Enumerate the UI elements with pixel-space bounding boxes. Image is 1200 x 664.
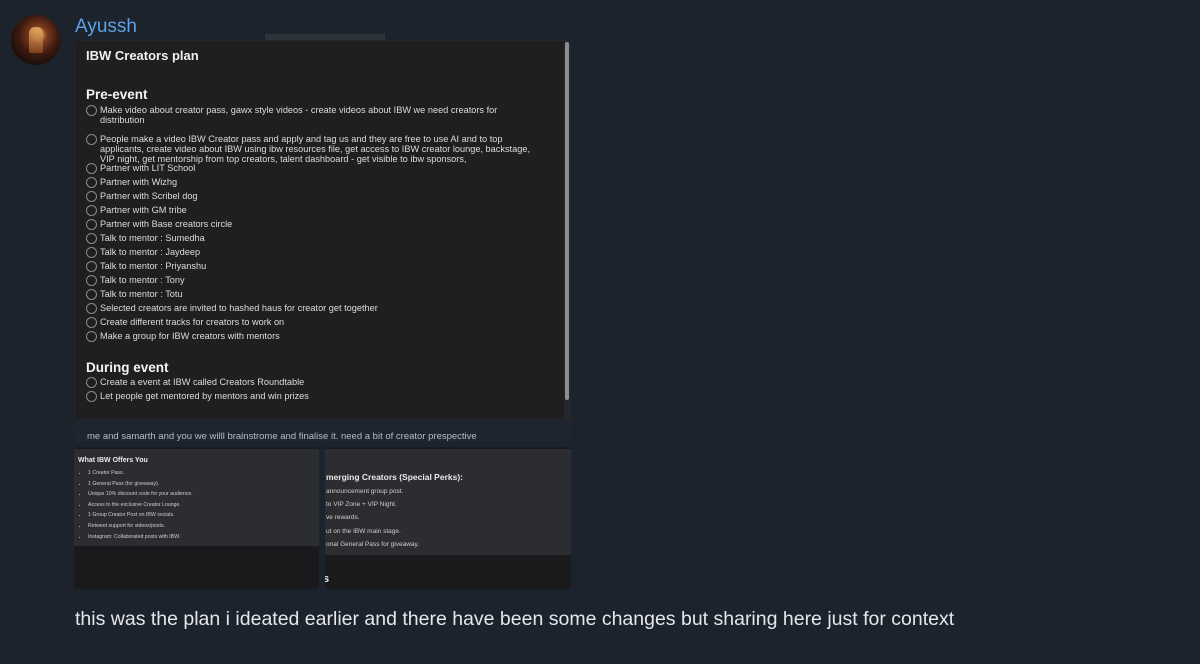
- checklist-item[interactable]: Make video about creator pass, gawx styl…: [86, 105, 540, 125]
- offer-bullet: 1 Creator Pass.: [88, 468, 193, 479]
- checkbox-circle-icon[interactable]: [86, 134, 97, 145]
- checklist-item[interactable]: Talk to mentor : Totu: [86, 289, 540, 300]
- checklist-item-text: Talk to mentor : Jaydeep: [100, 247, 201, 257]
- note-title: IBW Creators plan: [86, 48, 199, 63]
- checklist-item[interactable]: Talk to mentor : Tony: [86, 275, 540, 286]
- checklist-item-text: Make video about creator pass, gawx styl…: [100, 105, 498, 126]
- checklist-item-text: Selected creators are invited to hashed …: [100, 303, 378, 313]
- checklist-item-text: Partner with LIT School: [100, 163, 196, 173]
- checkbox-circle-icon[interactable]: [86, 219, 97, 230]
- checklist-item[interactable]: Partner with Base creators circle: [86, 219, 540, 230]
- checklist-item-text: Talk to mentor : Tony: [100, 275, 185, 285]
- checklist-item[interactable]: Talk to mentor : Sumedha: [86, 233, 540, 244]
- checklist-item[interactable]: People make a video IBW Creator pass and…: [86, 134, 540, 165]
- perks-heading: merging Creators (Special Perks):: [326, 472, 463, 482]
- offer-bullet: 1 General Pass (for giveaway).: [88, 479, 193, 490]
- checkbox-circle-icon[interactable]: [86, 391, 97, 402]
- checkbox-circle-icon[interactable]: [86, 105, 97, 116]
- checklist-item-text: Partner with GM tribe: [100, 205, 187, 215]
- checklist-item[interactable]: Let people get mentored by mentors and w…: [86, 391, 540, 402]
- perk-line: ve rewards.: [326, 514, 360, 521]
- message-text: this was the plan i ideated earlier and …: [75, 608, 955, 630]
- checklist-item-text: Create a event at IBW called Creators Ro…: [100, 377, 305, 387]
- offers-panel: What IBW Offers You 1 Creator Pass.1 Gen…: [74, 449, 319, 546]
- offer-bullet: Retweet support for videos/posts.: [88, 521, 193, 532]
- checkbox-circle-icon[interactable]: [86, 317, 97, 328]
- offer-bullet: Access to the exclusive Creator Lounge.: [88, 500, 193, 511]
- note-section-heading: During event: [86, 360, 169, 375]
- checkbox-circle-icon[interactable]: [86, 377, 97, 388]
- sender-avatar[interactable]: [11, 15, 61, 65]
- note-caption: me and samarth and you we willl brainstr…: [87, 431, 477, 442]
- offer-bullet: Instagram: Collaborated posts with IBW.: [88, 532, 193, 543]
- checkbox-circle-icon[interactable]: [86, 289, 97, 300]
- checkbox-circle-icon[interactable]: [86, 247, 97, 258]
- checkbox-circle-icon[interactable]: [86, 261, 97, 272]
- checklist-item[interactable]: Create different tracks for creators to …: [86, 317, 540, 328]
- checkbox-circle-icon[interactable]: [86, 177, 97, 188]
- checklist-item-text: Talk to mentor : Totu: [100, 289, 183, 299]
- checklist-item[interactable]: Talk to mentor : Jaydeep: [86, 247, 540, 258]
- note-scrollbar: [565, 42, 569, 400]
- perk-line: to VIP Zone + VIP Night.: [326, 501, 397, 508]
- checklist-item[interactable]: Make a group for IBW creators with mento…: [86, 331, 540, 342]
- offer-bullet: 1 Group Creator Post on IBW socials.: [88, 510, 193, 521]
- checklist-item[interactable]: Partner with Scribel dog: [86, 191, 540, 202]
- perk-line: ut on the IBW main stage.: [326, 528, 401, 535]
- checklist-item-text: Partner with Base creators circle: [100, 219, 233, 229]
- checkbox-circle-icon[interactable]: [86, 303, 97, 314]
- checklist-item[interactable]: Partner with Wizhg: [86, 177, 540, 188]
- checklist-item-text: Partner with Wizhg: [100, 177, 178, 187]
- checklist-item-text: People make a video IBW Creator pass and…: [100, 134, 530, 165]
- attached-image-perks[interactable]: merging Creators (Special Perks): announ…: [325, 447, 571, 589]
- checklist-item-text: Let people get mentored by mentors and w…: [100, 391, 309, 401]
- offers-list: 1 Creator Pass.1 General Pass (for givea…: [74, 468, 193, 542]
- note-section-heading: Pre-event: [86, 87, 148, 102]
- perks-panel: merging Creators (Special Perks): announ…: [325, 449, 571, 555]
- offer-bullet: Unique 10% discount code for your audien…: [88, 489, 193, 500]
- checklist-item[interactable]: Talk to mentor : Priyanshu: [86, 261, 540, 272]
- perk-line: announcement group post.: [326, 488, 404, 495]
- offers-heading: What IBW Offers You: [78, 457, 148, 464]
- note-screenshot[interactable]: IBW Creators plan Pre-event Make video ab…: [75, 41, 564, 419]
- checkbox-circle-icon[interactable]: [86, 331, 97, 342]
- checklist-item-text: Talk to mentor : Priyanshu: [100, 261, 207, 271]
- perks-bottom-text: s: [325, 573, 330, 585]
- checklist-item-text: Partner with Scribel dog: [100, 191, 198, 201]
- checklist-item[interactable]: Partner with GM tribe: [86, 205, 540, 216]
- checkbox-circle-icon[interactable]: [86, 163, 97, 174]
- checkbox-circle-icon[interactable]: [86, 233, 97, 244]
- checklist-item-text: Talk to mentor : Sumedha: [100, 233, 205, 243]
- checkbox-circle-icon[interactable]: [86, 275, 97, 286]
- checklist-item[interactable]: Partner with LIT School: [86, 163, 540, 174]
- sender-name[interactable]: Ayussh: [75, 16, 137, 38]
- checkbox-circle-icon[interactable]: [86, 191, 97, 202]
- checkbox-circle-icon[interactable]: [86, 205, 97, 216]
- attached-image-offers[interactable]: What IBW Offers You 1 Creator Pass.1 Gen…: [74, 447, 319, 589]
- perk-line: onal General Pass for giveaway.: [326, 541, 420, 548]
- checklist-item[interactable]: Create a event at IBW called Creators Ro…: [86, 377, 540, 388]
- checklist-item[interactable]: Selected creators are invited to hashed …: [86, 303, 540, 314]
- checklist-item-text: Create different tracks for creators to …: [100, 317, 285, 327]
- checklist-item-text: Make a group for IBW creators with mento…: [100, 331, 280, 341]
